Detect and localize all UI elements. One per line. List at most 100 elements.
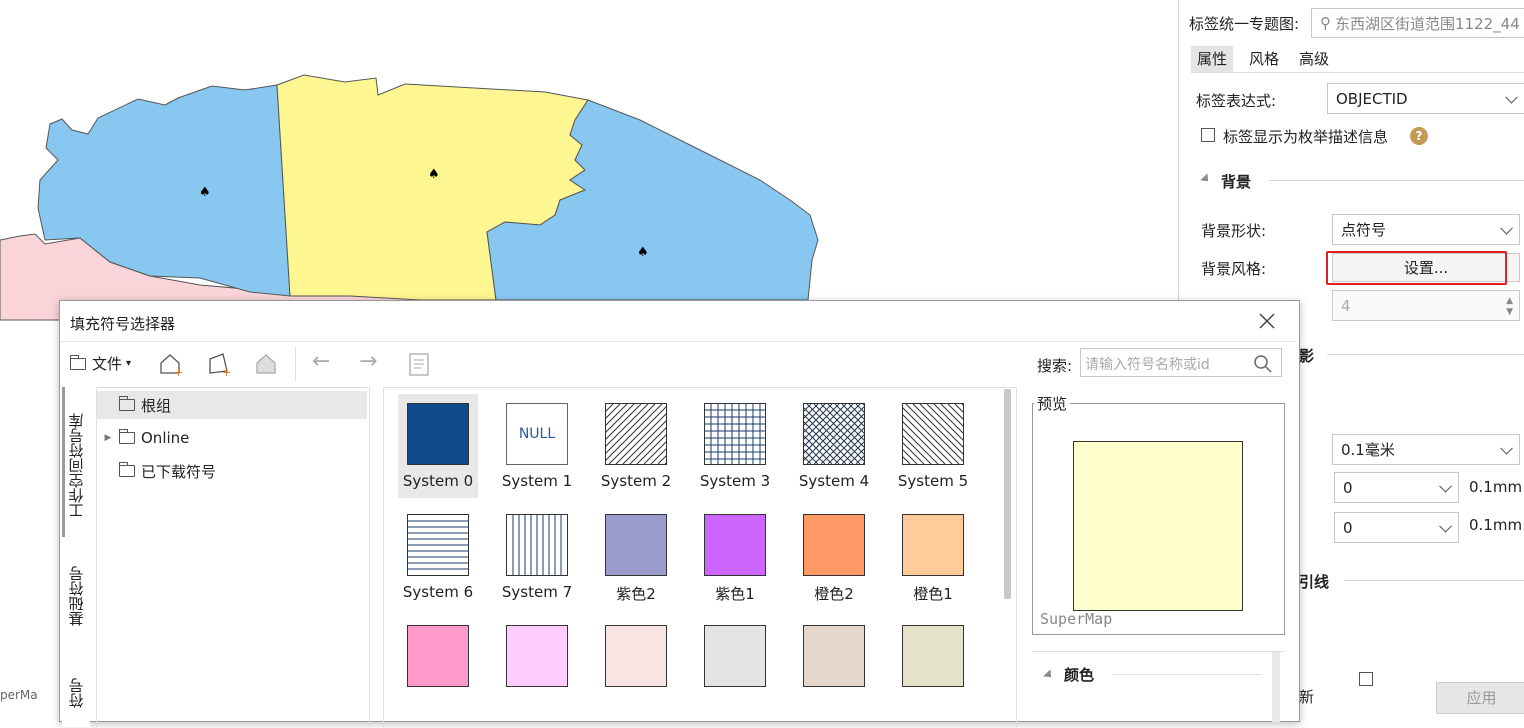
search-input[interactable]: 请输入符号名称或id	[1080, 348, 1282, 377]
preview-swatch	[1073, 441, 1243, 611]
background-shape-value: 点符号	[1341, 221, 1387, 239]
help-icon[interactable]: ?	[1410, 127, 1428, 145]
tab-workspace-library[interactable]: 工作空间符号库	[62, 391, 90, 541]
symbol-cell[interactable]: 紫色2	[596, 505, 676, 609]
spade-marker-icon[interactable]: ♠	[199, 186, 211, 199]
hatch-line	[804, 456, 812, 464]
tree-item-root[interactable]: 根组	[97, 391, 367, 419]
enum-description-label: 标签显示为枚举描述信息	[1223, 128, 1389, 146]
hatch-line	[606, 404, 628, 426]
symbol-cell[interactable]: System 7	[497, 505, 577, 609]
offset-x-dropdown[interactable]: 0	[1334, 472, 1459, 503]
shadow-section-title: 影	[1299, 347, 1315, 365]
tree-item-downloaded[interactable]: 已下载符号	[97, 457, 367, 485]
hatch-line	[615, 413, 666, 464]
hatch-line	[855, 404, 864, 413]
symbol-cell[interactable]	[893, 616, 973, 720]
tab-properties[interactable]: 属性	[1191, 46, 1234, 72]
symbol-cell[interactable]: System 5	[893, 394, 973, 498]
tab-style[interactable]: 风格	[1243, 46, 1285, 72]
file-menu[interactable]: 文件 ▾	[70, 353, 131, 374]
hatch-line	[804, 442, 826, 464]
hatch-line	[903, 421, 946, 464]
tree-item-label: Online	[141, 429, 190, 447]
background-shape-dropdown[interactable]: 点符号	[1332, 214, 1520, 245]
symbol-swatch	[803, 625, 865, 687]
preview-watermark: SuperMap	[1040, 610, 1113, 628]
gallery-scrollbar[interactable]	[1004, 389, 1011, 599]
tab-basic-symbols-label: 基础符号	[67, 566, 86, 626]
spin-down-icon[interactable]: ▼	[1506, 307, 1513, 317]
spin-up-icon[interactable]: ▲	[1506, 296, 1513, 306]
chevron-down-icon	[1500, 441, 1513, 455]
symbol-swatch	[407, 403, 469, 465]
apply-button[interactable]: 应用	[1436, 682, 1524, 714]
folder-icon	[119, 396, 135, 411]
symbol-label: System 5	[897, 472, 969, 490]
symbol-swatch	[506, 514, 568, 576]
new-symbol-icon[interactable]: +	[205, 351, 231, 377]
expand-icon[interactable]: ▶	[97, 433, 119, 443]
line-width-dropdown[interactable]: 0.1毫米	[1332, 434, 1520, 465]
search-icon[interactable]	[1253, 354, 1273, 374]
tab-symbols[interactable]: 符号	[62, 659, 90, 727]
back-arrow-icon[interactable]: ←	[312, 349, 330, 374]
symbol-gallery: System 0 NULL System 1 System 2 System 3 Syst…	[383, 387, 1017, 728]
hatch-line	[804, 404, 847, 447]
color-section-title: 颜色	[1064, 666, 1095, 684]
symbol-cell[interactable]	[398, 616, 478, 720]
leader-section-title: 引线	[1299, 573, 1330, 591]
symbol-cell[interactable]: System 6	[398, 505, 478, 609]
symbol-cell[interactable]	[794, 616, 874, 720]
symbol-cell[interactable]: System 3	[695, 394, 775, 498]
tab-basic-symbols[interactable]: 基础符号	[62, 551, 90, 641]
svg-text:+: +	[222, 366, 231, 377]
collapse-icon[interactable]	[1200, 173, 1212, 185]
symbol-cell[interactable]	[497, 616, 577, 720]
thematic-map-field[interactable]: ⚲ 东西湖区街道范围1122_44	[1311, 8, 1524, 38]
tab-advanced[interactable]: 高级	[1293, 46, 1335, 72]
dialog-title: 填充符号选择器	[70, 315, 176, 333]
symbol-cell[interactable]: 橙色1	[893, 505, 973, 609]
disabled-number-field[interactable]: 4 ▲ ▼	[1332, 290, 1520, 321]
symbol-cell[interactable]	[596, 616, 676, 720]
file-menu-label: 文件	[92, 355, 123, 373]
chevron-down-icon	[1439, 519, 1452, 533]
color-section: 颜色	[1032, 651, 1283, 722]
symbol-label: System 6	[402, 583, 474, 601]
collapse-icon[interactable]	[1043, 669, 1055, 681]
symbol-label: System 2	[600, 472, 672, 490]
new-group-icon[interactable]: +	[157, 351, 183, 377]
spade-marker-icon[interactable]: ♠	[428, 168, 440, 181]
background-shape-label: 背景形状:	[1201, 222, 1267, 240]
symbol-label: System 1	[501, 472, 573, 490]
symbol-cell[interactable]: 橙色2	[794, 505, 874, 609]
pattern-grid	[705, 404, 765, 464]
color-scrollbar[interactable]	[1272, 652, 1280, 722]
symbol-cell[interactable]: System 0	[398, 394, 478, 498]
chevron-down-icon	[1505, 90, 1518, 104]
hatch-line	[606, 404, 656, 454]
label-expression-dropdown[interactable]: OBJECTID	[1327, 83, 1524, 114]
properties-icon[interactable]	[406, 351, 432, 377]
offset-y-dropdown[interactable]: 0	[1334, 512, 1459, 543]
search-label: 搜索:	[1037, 357, 1073, 375]
hatch-line	[804, 421, 847, 464]
home-icon[interactable]	[253, 351, 279, 377]
symbol-cell[interactable]: NULL System 1	[497, 394, 577, 498]
symbol-cell[interactable]: 紫色1	[695, 505, 775, 609]
forward-arrow-icon[interactable]: →	[359, 349, 377, 374]
checkbox[interactable]	[1359, 672, 1373, 686]
enum-description-checkbox[interactable]	[1201, 128, 1215, 142]
folder-icon	[119, 462, 135, 477]
symbol-label: 橙色1	[913, 585, 953, 603]
tree-item-online[interactable]: ▶ Online	[97, 424, 367, 452]
section-divider	[1344, 580, 1524, 581]
spade-marker-icon[interactable]: ♠	[637, 246, 649, 259]
folder-icon	[119, 429, 135, 444]
symbol-cell[interactable]: System 2	[596, 394, 676, 498]
symbol-cell[interactable]: System 4	[794, 394, 874, 498]
folder-icon	[70, 354, 86, 370]
close-icon[interactable]	[1257, 311, 1277, 331]
symbol-cell[interactable]	[695, 616, 775, 720]
